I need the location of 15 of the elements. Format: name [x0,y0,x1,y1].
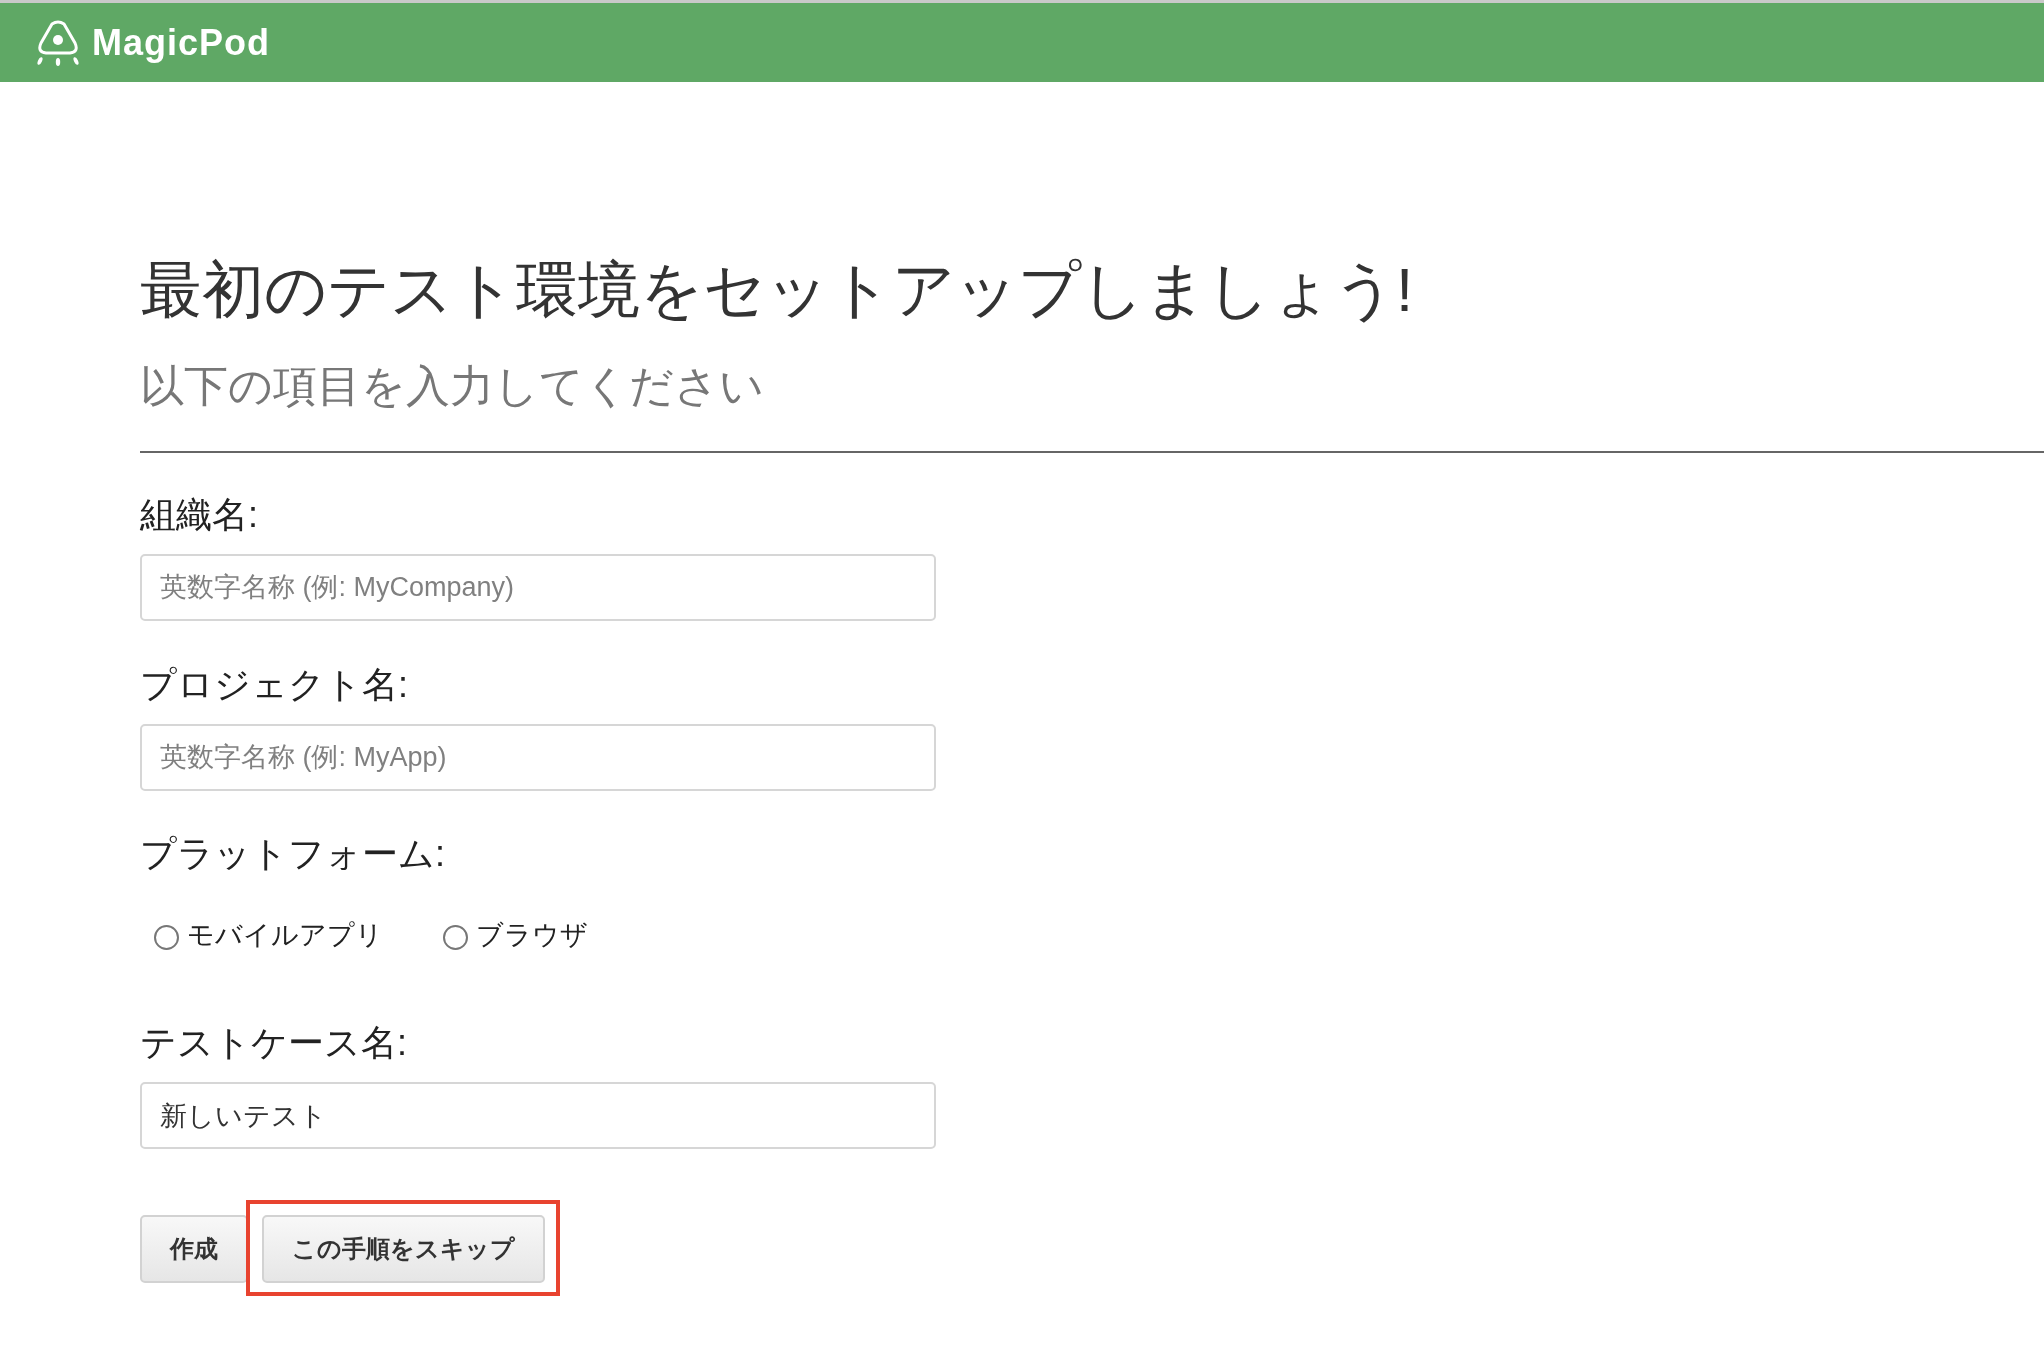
page-subtitle: 以下の項目を入力してください [140,360,764,412]
radio-option[interactable]: モバイルアプリ [154,915,383,955]
field-label: 組織名: [140,493,258,537]
field-label: プロジェクト名: [140,663,408,707]
form-button[interactable]: 作成 [140,1215,248,1283]
input-field[interactable]: 新しいテスト [140,1082,936,1149]
input-field[interactable]: 英数字名称 (例: MyApp) [140,724,936,791]
logo-icon [35,18,81,67]
input-field[interactable]: 英数字名称 (例: MyCompany) [140,554,936,621]
form-button[interactable]: この手順をスキップ [262,1215,545,1283]
field-label: プラットフォーム: [140,832,445,876]
logo-text: MagicPod [92,20,270,65]
page-title: 最初のテスト環境をセットアップしましょう! [140,254,1414,326]
radio-option[interactable]: ブラウザ [443,915,588,955]
field-label: テストケース名: [140,1021,407,1065]
